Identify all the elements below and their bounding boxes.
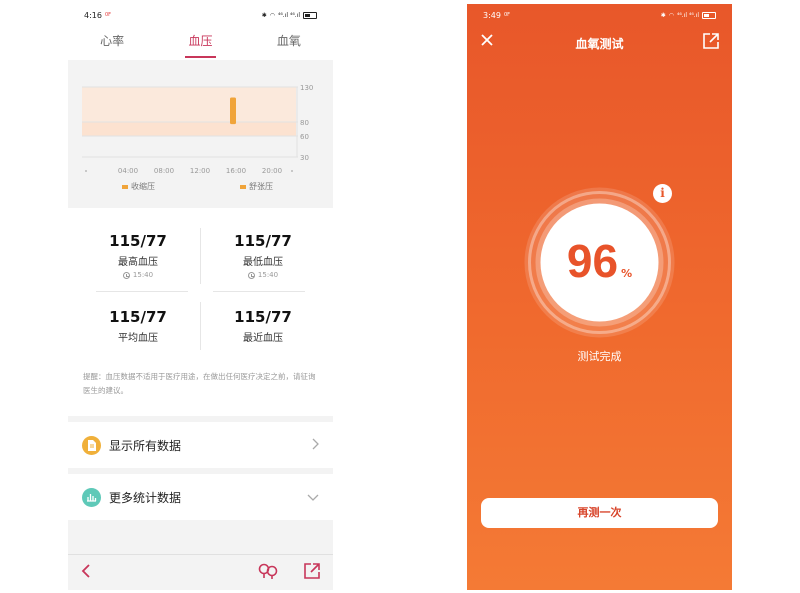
page-title: 血氧测试 <box>575 36 624 51</box>
info-icon[interactable]: i <box>653 184 672 203</box>
medical-disclaimer: 提醒：血压数据不适用于医疗用途，在做出任何医疗决定之前，请征询医生的建议。 <box>83 372 316 395</box>
clock-icon <box>247 271 255 279</box>
blood-pressure-screen: 4:16 0F ✱ ◠ ⁴⁶.ıl ⁴⁶.ıl 心率 血压 血氧 130 80 60… <box>68 4 333 590</box>
y-tick-label: 30 <box>300 154 309 162</box>
stat-highest: 115/77 最高血压 15:40 <box>72 232 204 279</box>
stat-label: 最高血压 <box>118 257 158 268</box>
legend-swatch-systolic <box>122 184 128 189</box>
share-icon[interactable] <box>702 32 720 54</box>
divider <box>213 291 305 292</box>
stat-lowest: 115/77 最低血压 15:40 <box>197 232 329 279</box>
bp-bar <box>230 97 236 125</box>
stat-value: 115/77 <box>109 308 167 326</box>
share-icon[interactable] <box>303 562 321 584</box>
y-tick-label: 130 <box>300 84 313 92</box>
clock-icon <box>122 271 130 279</box>
stat-value: 115/77 <box>109 232 167 250</box>
stat-time: 15:40 <box>197 271 329 279</box>
more-stats-row[interactable]: 更多统计数据 <box>68 474 333 520</box>
bottom-toolbar <box>68 554 333 590</box>
network-speed: 0F <box>503 12 511 18</box>
legend-systolic: 收缩压 <box>122 181 155 192</box>
result-number: 96 <box>566 235 619 287</box>
bluetooth-icon: ✱ <box>660 11 666 19</box>
stat-value: 115/77 <box>234 308 292 326</box>
result-value: 96% <box>523 234 676 288</box>
stat-label: 最低血压 <box>243 257 283 268</box>
battery-icon <box>303 11 317 19</box>
network-speed: 0F <box>104 12 112 18</box>
legend-swatch-diastolic <box>240 184 246 189</box>
stats-card: 115/77 最高血压 15:40 115/77 最低血压 15:40 115/… <box>68 208 333 416</box>
legend-label-systolic: 收缩压 <box>131 182 155 191</box>
stat-time-text: 15:40 <box>257 271 279 279</box>
result-unit: % <box>621 267 633 280</box>
top-bar: 血氧测试 <box>467 26 732 60</box>
reference-band <box>82 122 296 136</box>
stat-average: 115/77 平均血压 <box>72 308 204 344</box>
status-time: 4:16 <box>84 10 102 20</box>
status-bar: 3:49 0F ✱ ◠ ⁴⁶.ıl ⁴⁶.ıl <box>467 4 732 26</box>
battery-icon <box>702 11 716 19</box>
earbuds-icon[interactable] <box>257 562 279 584</box>
divider <box>96 291 188 292</box>
chart-svg: 130 80 60 30 04:00 08:00 12:00 16:00 20:00 <box>82 84 313 175</box>
tab-bar: 心率 血压 血氧 <box>68 26 333 60</box>
stat-label: 平均血压 <box>118 333 158 344</box>
show-all-data-row[interactable]: 显示所有数据 <box>68 422 333 468</box>
reference-band <box>82 87 296 122</box>
status-bar: 4:16 0F ✱ ◠ ⁴⁶.ıl ⁴⁶.ıl <box>68 4 333 26</box>
stat-time: 15:40 <box>72 271 204 279</box>
signal-icon: ⁴⁶.ıl ⁴⁶.ıl <box>277 11 300 19</box>
chevron-down-icon <box>307 490 319 504</box>
axis-start-dot <box>85 170 87 172</box>
status-time: 3:49 <box>483 10 501 20</box>
status-icons: ✱ ◠ ⁴⁶.ıl ⁴⁶.ıl <box>261 11 317 19</box>
row-label: 更多统计数据 <box>109 490 182 505</box>
tab-blood-oxygen[interactable]: 血氧 <box>245 26 333 60</box>
bar-chart-icon <box>82 487 101 507</box>
x-tick-label: 12:00 <box>190 167 210 175</box>
stat-label: 最近血压 <box>243 333 283 344</box>
signal-icon: ⁴⁶.ıl ⁴⁶.ıl <box>676 11 699 19</box>
test-status: 测试完成 <box>577 350 622 363</box>
tab-heart-rate[interactable]: 心率 <box>68 26 156 60</box>
back-icon[interactable] <box>80 563 92 583</box>
x-tick-label: 08:00 <box>154 167 174 175</box>
close-icon[interactable] <box>479 32 495 52</box>
status-icons: ✱ ◠ ⁴⁶.ıl ⁴⁶.ıl <box>660 11 716 19</box>
legend-diastolic: 舒张压 <box>240 181 273 192</box>
divider <box>200 302 201 350</box>
x-tick-label: 04:00 <box>118 167 138 175</box>
divider <box>200 228 201 284</box>
row-label: 显示所有数据 <box>109 438 182 453</box>
stat-value: 115/77 <box>234 232 292 250</box>
retry-button[interactable]: 再测一次 <box>481 498 718 528</box>
stat-time-text: 15:40 <box>132 271 154 279</box>
y-tick-label: 60 <box>300 133 309 141</box>
x-tick-label: 20:00 <box>262 167 282 175</box>
wifi-icon: ◠ <box>668 11 674 19</box>
chevron-right-icon <box>312 438 319 453</box>
blood-oxygen-screen: 3:49 0F ✱ ◠ ⁴⁶.ıl ⁴⁶.ıl 血氧测试 96% i 测试完成 … <box>467 4 732 590</box>
axis-end-dot <box>291 170 293 172</box>
document-icon <box>82 435 101 455</box>
stat-latest: 115/77 最近血压 <box>197 308 329 344</box>
tab-blood-pressure[interactable]: 血压 <box>156 26 244 60</box>
y-tick-label: 80 <box>300 119 309 127</box>
result-ring: 96% <box>523 186 676 339</box>
bluetooth-icon: ✱ <box>261 11 267 19</box>
legend-label-diastolic: 舒张压 <box>249 182 273 191</box>
blood-pressure-chart: 130 80 60 30 04:00 08:00 12:00 16:00 20:00 收缩压 舒… <box>68 61 333 207</box>
x-tick-label: 16:00 <box>226 167 246 175</box>
wifi-icon: ◠ <box>269 11 275 19</box>
